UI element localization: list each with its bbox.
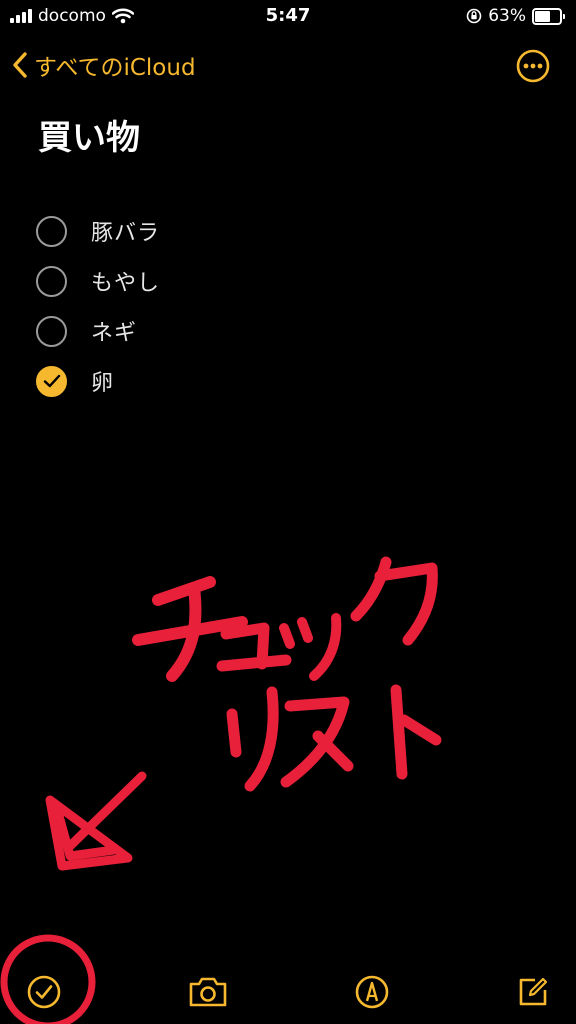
compose-icon: [519, 977, 548, 1006]
checklist-item-text[interactable]: もやし: [91, 265, 160, 297]
checklist-icon: [27, 975, 61, 1009]
checklist-item-text[interactable]: 豚バラ: [91, 215, 160, 247]
checklist-item: 豚バラ: [36, 206, 160, 256]
annotation-char-tsu: [279, 613, 342, 681]
compose-button[interactable]: [511, 970, 555, 1014]
chevron-left-icon: [13, 52, 27, 78]
status-right: 63%: [466, 6, 565, 26]
annotation-arrow: [45, 771, 147, 871]
checklist-item: 卵: [36, 356, 160, 406]
back-label: すべてのiCloud: [34, 55, 196, 81]
bottom-toolbar: [0, 962, 576, 1022]
status-bar: docomo 5:47 63%: [0, 0, 576, 34]
checklist-item-text[interactable]: ネギ: [91, 315, 137, 347]
back-button[interactable]: すべてのiCloud: [12, 48, 196, 82]
markup-pen-icon: [355, 975, 389, 1009]
note-title[interactable]: 買い物: [38, 110, 140, 159]
annotation-char-chi: [132, 576, 248, 682]
checklist-item-text[interactable]: 卵: [91, 365, 114, 397]
ellipsis-circle-icon: [516, 49, 550, 83]
annotation-char-ri: [226, 686, 279, 792]
annotation-char-to: [390, 684, 442, 780]
battery-percent: 63%: [488, 6, 526, 26]
checklist-item: もやし: [36, 256, 160, 306]
checklist: 豚バラ もやし ネギ 卵: [36, 206, 160, 406]
annotation-char-ku: [350, 556, 438, 646]
camera-icon: [189, 977, 227, 1007]
navigation-bar: すべてのiCloud: [0, 44, 576, 88]
annotation-char-yu: [216, 622, 292, 672]
unchecked-circle-icon[interactable]: [36, 265, 67, 297]
camera-button[interactable]: [186, 970, 230, 1014]
checklist-item: ネギ: [36, 306, 160, 356]
unchecked-circle-icon[interactable]: [36, 315, 67, 347]
unchecked-circle-icon[interactable]: [36, 215, 67, 247]
checkmark-icon: [43, 374, 60, 388]
battery-icon: [532, 7, 565, 25]
checked-circle-icon[interactable]: [36, 365, 67, 397]
orientation-lock-icon: [466, 8, 482, 24]
checklist-button[interactable]: [22, 970, 66, 1014]
more-button[interactable]: [516, 49, 550, 87]
markup-button[interactable]: [350, 970, 394, 1014]
annotation-char-su: [280, 696, 354, 788]
battery-fill: [535, 10, 550, 22]
